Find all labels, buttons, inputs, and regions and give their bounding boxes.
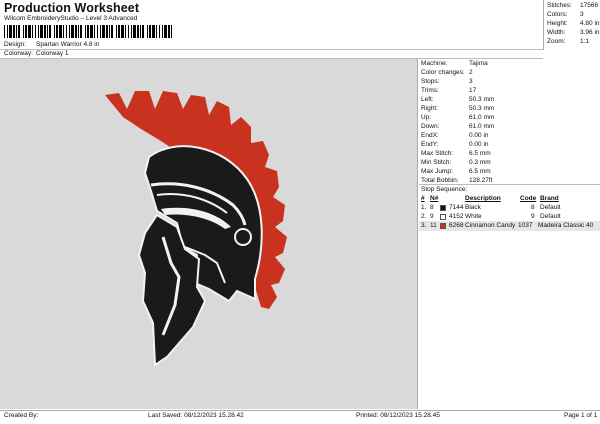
prop-trims: Trims: 17 [421,87,477,94]
divider [419,184,600,185]
prop-down: Down: 61.0 mm [421,123,495,130]
col-header-code: Code [520,195,537,202]
stat-colors: Colors: 3 [547,11,584,18]
color-swatch-black [440,205,446,211]
prop-right: Right: 50.3 mm [421,105,495,112]
prop-endx: EndX: 0.00 in [421,132,489,139]
divider [0,49,543,50]
col-header-brand: Brand [540,195,559,202]
prop-up: Up: 61.0 mm [421,114,495,121]
stat-stitches: Stitches: 17566 [547,2,599,9]
prop-max-jump: Max Jump: 6.5 mm [421,168,491,175]
col-header-n: N# [430,195,439,202]
stat-zoom: Zoom: 1:1 [547,38,590,45]
prop-machine: Machine: Tajima [421,60,488,67]
color-swatch-white [440,214,446,220]
design-preview[interactable] [0,59,418,409]
design-value: Spartan Warrior 4.8 in [36,41,100,48]
stop-row[interactable]: 3. 11 6268 Cinnamon Candy 1037 Madeira C… [419,221,600,231]
properties-panel: Machine: Tajima Color changes: 2 Stops: 3 T… [419,59,600,409]
prop-max-stitch: Max Stitch: 6.5 mm [421,150,491,157]
footer-printed: Printed: 08/12/2023 15.28.45 [356,412,440,419]
spartan-helmet-design [105,91,287,367]
prop-min-stitch: Min Stitch: 0.3 mm [421,159,491,166]
design-stats: Stitches: 17566 Colors: 3 Height: 4.80 in W… [543,0,600,50]
colorway-value: Colorway 1 [36,50,69,57]
stop-sequence-title: Stop Sequence: [421,186,468,193]
prop-color-changes: Color changes: 2 [421,69,473,76]
divider [0,410,600,411]
col-header-num: # [421,195,425,202]
colorway-label: Colorway: [4,50,33,57]
col-header-description: Description [465,195,501,202]
prop-total-bobbin: Total Bobbin: 128.27ft [421,177,493,184]
prop-endy: EndY: 0.00 in [421,141,489,148]
footer-last-saved: Last Saved: 08/12/2023 15.28.42 [148,412,244,419]
stat-width: Width: 3.96 in [547,29,600,36]
color-swatch-cinnamon [440,223,446,229]
stat-height: Height: 4.80 in [547,20,600,27]
footer-page: Page 1 of 1 [564,412,598,419]
footer-created-by: Created By: [4,412,39,419]
software-subtitle: Wilcom EmbroideryStudio – Level 3 Advanc… [4,15,138,22]
design-label: Design: [4,41,27,48]
worksheet-title: Production Worksheet [4,1,140,15]
prop-stops: Stops: 3 [421,78,473,85]
prop-left: Left: 50.3 mm [421,96,495,103]
barcode [4,25,172,38]
